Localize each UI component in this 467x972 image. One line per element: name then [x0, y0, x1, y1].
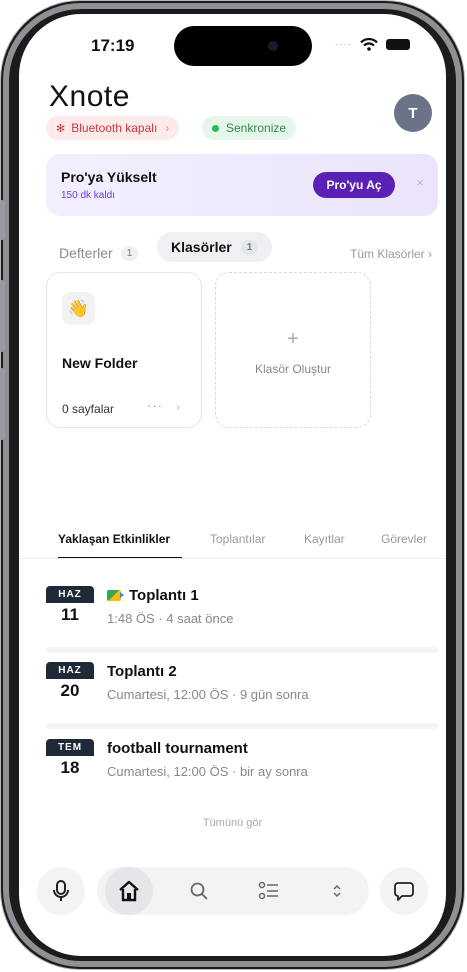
see-all-link[interactable]: Tümünü gör: [19, 817, 446, 829]
folders-count-badge: 1: [240, 239, 259, 255]
divider: [46, 723, 438, 729]
tab-folders[interactable]: Klasörler 1: [157, 232, 273, 262]
tasks-list-icon[interactable]: [245, 867, 293, 915]
event-title: football tournament: [107, 740, 248, 757]
folder-page-count: 0 sayfalar: [62, 402, 115, 416]
event-title-row: Toplantı 1: [107, 587, 199, 604]
folder-name: New Folder: [62, 355, 138, 371]
event-item[interactable]: TEM 18 football tournament Cumartesi, 12…: [46, 739, 438, 795]
search-icon[interactable]: [175, 867, 223, 915]
event-day: 11: [61, 605, 79, 624]
bluetooth-status-pill[interactable]: ✻ Bluetooth kapalı ›: [46, 116, 180, 140]
sync-dot-icon: [212, 124, 219, 132]
sync-status-label: Senkronize: [226, 121, 287, 135]
close-icon[interactable]: ×: [416, 175, 424, 190]
upgrade-remaining: 150 dk kaldı: [61, 190, 115, 201]
google-meet-icon: [107, 590, 124, 601]
event-title: Toplantı 1: [129, 587, 199, 604]
front-camera: [268, 41, 278, 51]
microphone-icon[interactable]: [37, 867, 85, 915]
plus-icon: +: [287, 328, 299, 350]
bottom-navigation: [29, 859, 436, 925]
event-title-row: Toplantı 2: [107, 663, 177, 680]
wifi-icon: [360, 38, 378, 51]
folder-card[interactable]: 👋 New Folder 0 sayfalar ··· ›: [46, 272, 202, 428]
tab-notebooks[interactable]: Defterler 1: [59, 245, 139, 261]
more-options-icon[interactable]: ···: [147, 398, 163, 413]
event-month: HAZ: [46, 586, 94, 603]
signal-icon: ····: [334, 39, 352, 50]
status-icons: ····: [335, 38, 410, 51]
all-folders-link[interactable]: Tüm Klasörler ›: [350, 247, 432, 261]
notebooks-count-badge: 1: [120, 245, 139, 261]
status-time: 17:19: [91, 36, 135, 55]
divider: [46, 647, 438, 653]
dynamic-island: [174, 26, 312, 66]
event-subtitle: 1:48 ÖS · 4 saat önce: [107, 611, 234, 626]
battery-icon: [386, 39, 410, 50]
action-button: [0, 200, 5, 240]
tab-meetings[interactable]: Toplantılar: [210, 532, 265, 546]
event-item[interactable]: HAZ 11 Toplantı 1 1:48 ÖS · 4 saat önce: [46, 586, 438, 642]
nav-group: [97, 867, 369, 915]
create-folder-card[interactable]: + Klasör Oluştur: [215, 272, 371, 428]
upgrade-title: Pro'ya Yükselt: [61, 169, 157, 185]
volume-down-button: [0, 368, 5, 440]
upgrade-button[interactable]: Pro'yu Aç: [313, 172, 395, 198]
chevron-right-icon: ›: [176, 400, 180, 414]
event-item[interactable]: HAZ 20 Toplantı 2 Cumartesi, 12:00 ÖS · …: [46, 662, 438, 718]
bluetooth-status-label: Bluetooth kapalı: [71, 121, 158, 135]
create-folder-label: Klasör Oluştur: [254, 362, 332, 376]
tab-folders-label: Klasörler: [171, 239, 232, 255]
event-day: 18: [60, 758, 80, 777]
event-subtitle: Cumartesi, 12:00 ÖS · 9 gün sonra: [107, 687, 309, 702]
volume-up-button: [0, 280, 5, 352]
waving-hand-icon: 👋: [62, 292, 95, 325]
event-subtitle: Cumartesi, 12:00 ÖS · bir ay sonra: [107, 764, 308, 779]
event-month: HAZ: [46, 662, 94, 679]
event-title: Toplantı 2: [107, 663, 177, 680]
tab-upcoming-events[interactable]: Yaklaşan Etkinlikler: [58, 532, 170, 546]
event-title-row: football tournament: [107, 740, 248, 757]
event-month: TEM: [46, 739, 94, 756]
upgrade-banner: Pro'ya Yükselt 150 dk kaldı Pro'yu Aç ×: [46, 154, 438, 216]
event-day: 20: [60, 681, 80, 700]
bluetooth-off-icon: ✻: [56, 122, 66, 135]
tab-recordings[interactable]: Kayıtlar: [304, 532, 345, 546]
chevron-right-icon: ›: [165, 121, 170, 135]
app-screen: 17:19 ···· Xnote T ✻ Bluetooth kapalı › …: [19, 14, 446, 956]
chat-icon[interactable]: [380, 867, 428, 915]
chevron-up-down-icon[interactable]: [313, 867, 361, 915]
sync-status-pill[interactable]: Senkronize: [202, 116, 297, 140]
avatar[interactable]: T: [394, 94, 432, 132]
tab-tasks[interactable]: Görevler: [381, 532, 427, 546]
home-icon[interactable]: [105, 867, 153, 915]
divider: [19, 558, 446, 559]
tab-notebooks-label: Defterler: [59, 245, 113, 261]
app-logo: Xnote: [49, 80, 130, 113]
